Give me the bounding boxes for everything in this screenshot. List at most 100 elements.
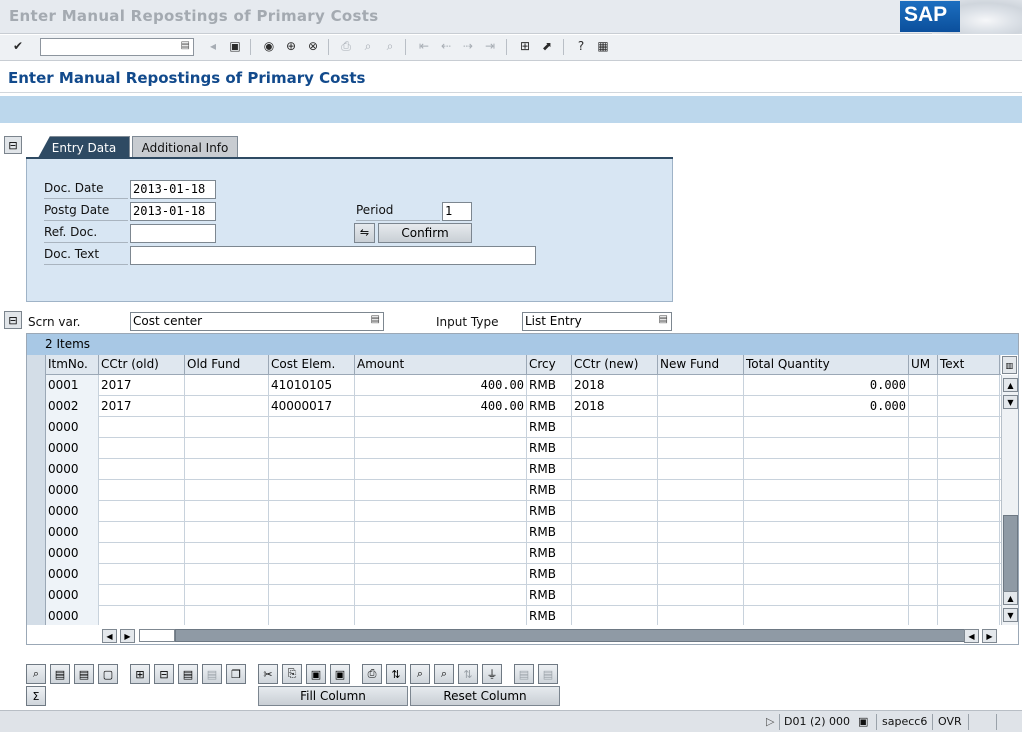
table-cell[interactable]: [909, 585, 938, 606]
table-cell[interactable]: [909, 564, 938, 585]
table-cell[interactable]: [269, 564, 355, 585]
back-arrow-icon[interactable]: ◂: [204, 37, 222, 55]
table-cell[interactable]: [572, 459, 658, 480]
table-cell[interactable]: [572, 417, 658, 438]
table-cell[interactable]: [744, 417, 909, 438]
table-cell[interactable]: [909, 396, 938, 417]
reset-column-button[interactable]: Reset Column: [410, 686, 560, 706]
table-cell[interactable]: [658, 543, 744, 564]
export-icon[interactable]: ▤: [514, 664, 534, 684]
sort-icon[interactable]: ⇅: [386, 664, 406, 684]
vertical-scroll-thumb[interactable]: [1003, 515, 1018, 595]
duplicate-icon[interactable]: ❐: [226, 664, 246, 684]
table-cell[interactable]: [185, 564, 269, 585]
table-cell[interactable]: [938, 522, 1000, 543]
table-cell[interactable]: [572, 564, 658, 585]
table-cell[interactable]: [269, 606, 355, 625]
row-selector[interactable]: [27, 564, 46, 585]
table-cell[interactable]: [658, 396, 744, 417]
table-cell[interactable]: [269, 522, 355, 543]
layout-menu-icon[interactable]: ▦: [594, 37, 612, 55]
row-selector[interactable]: [27, 501, 46, 522]
find-next-icon[interactable]: ⌕: [434, 664, 454, 684]
last-page-icon[interactable]: ⇥: [481, 37, 499, 55]
scroll-down-icon[interactable]: ▼: [1003, 608, 1018, 622]
table-cell[interactable]: [269, 417, 355, 438]
table-cell[interactable]: [744, 480, 909, 501]
table-cell[interactable]: [185, 480, 269, 501]
sort-disabled-icon[interactable]: ⇅: [458, 664, 478, 684]
table-cell[interactable]: [938, 585, 1000, 606]
table-cell[interactable]: [909, 417, 938, 438]
tab-entry-data[interactable]: Entry Data: [38, 136, 130, 158]
table-cell[interactable]: [269, 543, 355, 564]
table-cell[interactable]: [99, 501, 185, 522]
table-cell[interactable]: [99, 543, 185, 564]
table-cell[interactable]: [185, 417, 269, 438]
back-icon[interactable]: ◉: [260, 37, 278, 55]
table-cell[interactable]: 400.00: [355, 375, 527, 396]
grid-toggle-icon[interactable]: ⊟: [4, 311, 22, 329]
table-cell[interactable]: 0.000: [744, 375, 909, 396]
table-cell[interactable]: [99, 564, 185, 585]
column-header[interactable]: Old Fund: [185, 355, 269, 375]
dropdown-icon[interactable]: ▤: [371, 314, 380, 325]
details-icon[interactable]: ⌕: [26, 664, 46, 684]
table-cell[interactable]: [185, 501, 269, 522]
table-cell[interactable]: [572, 480, 658, 501]
column-header[interactable]: Cost Elem.: [269, 355, 355, 375]
screen-variant-select[interactable]: Cost center ▤: [130, 312, 384, 331]
table-cell[interactable]: 41010105: [269, 375, 355, 396]
print-icon[interactable]: ⎙: [337, 37, 355, 55]
table-cell[interactable]: [909, 606, 938, 625]
table-cell[interactable]: [572, 501, 658, 522]
horizontal-scrollbar[interactable]: ◀ ▶ ◀ ▶: [102, 627, 1002, 644]
print-icon[interactable]: ⎙: [362, 664, 382, 684]
table-cell[interactable]: [269, 480, 355, 501]
copy-icon[interactable]: ⎘: [282, 664, 302, 684]
vertical-scrollbar[interactable]: ▲ ▼ ▲ ▼: [1001, 375, 1018, 625]
row-selector[interactable]: [27, 438, 46, 459]
table-cell[interactable]: [909, 501, 938, 522]
table-cell[interactable]: [938, 480, 1000, 501]
doc-date-input[interactable]: 2013-01-18: [130, 180, 216, 199]
layout-icon[interactable]: ▤: [538, 664, 558, 684]
table-cell[interactable]: 400.00: [355, 396, 527, 417]
table-cell[interactable]: [658, 459, 744, 480]
row-selector[interactable]: [27, 543, 46, 564]
next-page-icon[interactable]: ⇢: [459, 37, 477, 55]
table-cell[interactable]: 2018: [572, 396, 658, 417]
row-selector[interactable]: [27, 480, 46, 501]
column-header[interactable]: Amount: [355, 355, 527, 375]
new-session-icon[interactable]: ⊞: [516, 37, 534, 55]
period-input[interactable]: 1: [442, 202, 472, 221]
dropdown-icon[interactable]: ▤: [659, 314, 668, 325]
select-block-icon[interactable]: ▤: [74, 664, 94, 684]
tab-additional-info[interactable]: Additional Info: [132, 136, 238, 158]
table-cell[interactable]: [269, 459, 355, 480]
column-header[interactable]: Crcy: [527, 355, 572, 375]
table-cell[interactable]: [909, 522, 938, 543]
help-icon[interactable]: ?: [572, 37, 590, 55]
scroll-left-icon[interactable]: ◀: [102, 629, 117, 643]
table-cell[interactable]: [744, 564, 909, 585]
table-cell[interactable]: [185, 396, 269, 417]
row-selector[interactable]: [27, 396, 46, 417]
table-cell[interactable]: [938, 501, 1000, 522]
table-cell[interactable]: [658, 564, 744, 585]
header-toggle-icon[interactable]: ⊟: [4, 136, 22, 154]
table-cell[interactable]: 2017: [99, 396, 185, 417]
find-next-icon[interactable]: ⌕: [381, 37, 399, 55]
copy-row-icon[interactable]: ▤: [178, 664, 198, 684]
table-cell[interactable]: 2018: [572, 375, 658, 396]
page-up-icon[interactable]: ▲: [1003, 591, 1018, 605]
table-cell[interactable]: [99, 585, 185, 606]
table-cell[interactable]: [938, 543, 1000, 564]
undo-icon[interactable]: ▤: [202, 664, 222, 684]
table-cell[interactable]: [938, 375, 1000, 396]
cancel-icon[interactable]: ⊗: [304, 37, 322, 55]
input-mode[interactable]: OVR: [938, 714, 962, 730]
table-cell[interactable]: [185, 543, 269, 564]
table-cell[interactable]: [355, 438, 527, 459]
row-selector[interactable]: [27, 417, 46, 438]
